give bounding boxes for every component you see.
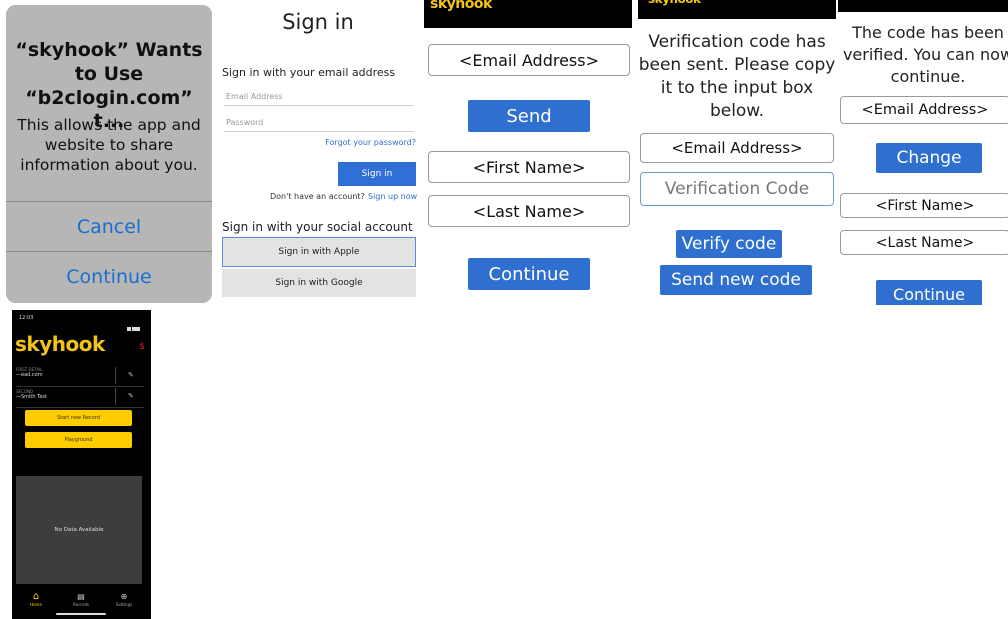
first-name-field[interactable]: <First Name> — [428, 151, 630, 183]
row-separator — [16, 407, 144, 408]
verify-code-button[interactable]: Verify code — [676, 230, 782, 258]
no-account-text: Don't have an account? — [270, 192, 365, 201]
cancel-button[interactable]: Cancel — [6, 203, 212, 251]
tab-records-label: Records — [73, 602, 89, 607]
detail-row-2: SECOND —Smith Test — [16, 389, 116, 400]
verification-message-line3: it to the input box — [660, 78, 814, 98]
detail-row-2-value: —Smith Test — [16, 394, 47, 400]
skyhook-logo: skyhook — [648, 0, 701, 6]
app-banner: skyhook — [424, 0, 632, 28]
skyhook-logo: skyhook — [430, 0, 492, 12]
continue-button[interactable]: Continue — [6, 253, 212, 301]
row-divider — [115, 388, 116, 405]
signup-link[interactable]: Sign up now — [368, 192, 417, 201]
password-underline — [224, 131, 414, 132]
status-icons — [127, 316, 143, 331]
continue-button[interactable]: Continue — [876, 280, 982, 305]
tab-home[interactable]: ⌂ Home — [26, 591, 46, 608]
signin-page: Sign in Sign in with your email address … — [216, 0, 420, 300]
logout-icon[interactable]: $ — [139, 342, 145, 352]
alert-message: This allows the app and website to share… — [10, 115, 208, 175]
verification-message-line2: been sent. Please copy — [638, 55, 836, 75]
email-section-heading: Sign in with your email address — [222, 66, 396, 79]
alert-message-line3: information about you. — [20, 156, 198, 174]
row-divider — [115, 367, 116, 384]
alert-title-line2: to Use — [74, 63, 144, 85]
last-name-field[interactable]: <Last Name> — [840, 230, 1008, 255]
skyhook-logo: skyhook — [15, 332, 105, 356]
first-name-field[interactable]: <First Name> — [840, 193, 1008, 218]
verified-message-line3: continue. — [890, 67, 966, 86]
detail-row-1: FIRST DETAIL —ead.com — [16, 367, 116, 378]
email-field[interactable]: <Email Address> — [840, 96, 1008, 124]
verification-code-input[interactable]: Verification Code — [640, 172, 834, 206]
forgot-password-link[interactable]: Forgot your password? — [325, 138, 416, 147]
detail-row-1-value: —ead.com — [16, 372, 43, 378]
signin-button[interactable]: Sign in — [338, 162, 416, 186]
alert-message-line2: website to share — [44, 136, 174, 154]
change-button[interactable]: Change — [876, 143, 982, 173]
send-new-code-button[interactable]: Send new code — [660, 265, 812, 295]
records-icon: ▤ — [77, 592, 85, 601]
verification-panel: skyhook Verification code has been sent.… — [638, 0, 836, 305]
permission-alert: “skyhook” Wants to Use “b2clogin.com” t.… — [6, 5, 212, 303]
last-name-field[interactable]: <Last Name> — [428, 195, 630, 227]
alert-title-line1: “skyhook” Wants — [15, 39, 203, 61]
continue-button[interactable]: Continue — [468, 258, 590, 290]
verification-message-line1: Verification code has — [648, 32, 826, 52]
email-field[interactable]: <Email Address> — [428, 44, 630, 76]
start-new-record-button[interactable]: Start new Record — [25, 410, 132, 426]
tab-settings-label: Settings — [115, 602, 133, 607]
verification-message-line4: below. — [709, 101, 765, 121]
tab-settings[interactable]: ⊕ Settings — [113, 592, 135, 607]
tab-home-label: Home — [30, 602, 42, 607]
tab-records[interactable]: ▤ Records — [70, 592, 92, 607]
sign-in-with-apple-button[interactable]: Sign in with Apple — [222, 237, 416, 267]
app-banner: skyhook — [638, 0, 836, 19]
edit-icon[interactable]: ✎ — [128, 392, 134, 400]
alert-message-line1: This allows the app and — [17, 116, 201, 134]
playground-button[interactable]: Playground — [25, 432, 132, 448]
email-underline — [224, 105, 414, 106]
email-field[interactable]: <Email Address> — [640, 133, 834, 163]
alert-divider — [6, 201, 212, 202]
verified-message-line2: verified. You can now — [842, 45, 1008, 64]
home-icon: ⌂ — [32, 591, 40, 602]
no-data-panel: No Data Available — [16, 476, 142, 584]
email-field[interactable]: Email Address — [226, 92, 283, 101]
edit-icon[interactable]: ✎ — [128, 371, 134, 379]
home-indicator — [56, 613, 106, 615]
verification-message: Verification code has been sent. Please … — [638, 31, 836, 123]
page-title: Sign in — [282, 10, 354, 34]
verified-message-line1: The code has been — [852, 23, 1004, 42]
settings-icon: ⊕ — [120, 592, 128, 601]
app-banner — [838, 0, 1008, 12]
verified-message: The code has been verified. You can now … — [838, 22, 1008, 88]
verified-panel: The code has been verified. You can now … — [838, 0, 1008, 305]
status-time: 12:03 — [19, 315, 34, 321]
alert-divider — [6, 251, 212, 252]
sign-in-with-google-button[interactable]: Sign in with Google — [222, 269, 416, 297]
row-separator — [16, 386, 144, 387]
signup-form-panel: skyhook <Email Address> Send <First Name… — [424, 0, 634, 305]
social-section-heading: Sign in with your social account — [222, 220, 413, 234]
password-field[interactable]: Password — [226, 118, 263, 127]
send-button[interactable]: Send — [468, 100, 590, 132]
alert-card: “skyhook” Wants to Use “b2clogin.com” t.… — [6, 5, 212, 303]
app-home-screen: 12:03 skyhook $ FIRST DETAIL —ead.com ✎ … — [12, 310, 151, 619]
